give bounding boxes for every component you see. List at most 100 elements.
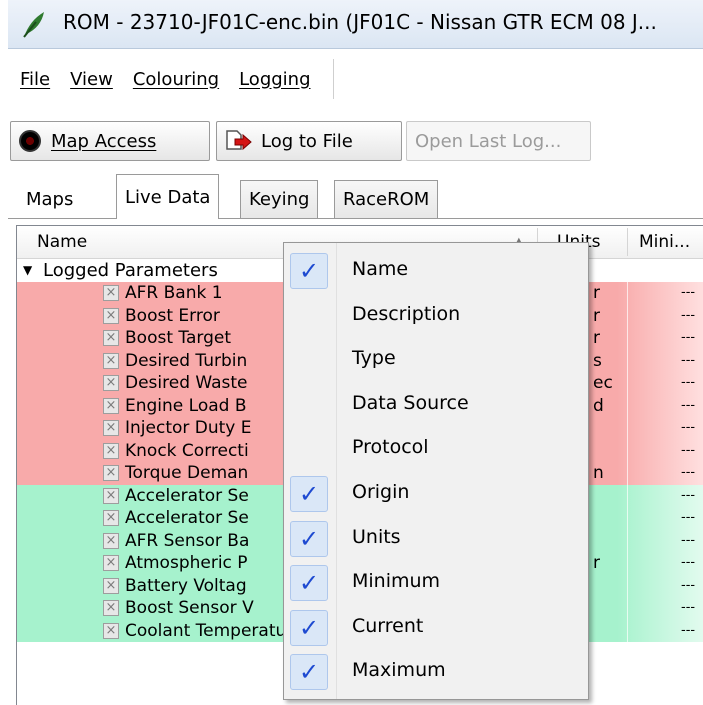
- parameter-units: s: [593, 350, 602, 371]
- column-divider: [627, 259, 628, 705]
- parameter-minimum: ---: [681, 375, 696, 390]
- context-menu-item-name[interactable]: ✓ Name: [284, 249, 588, 293]
- open-last-log-label: Open Last Log...: [415, 130, 562, 152]
- log-toggle-checkbox[interactable]: ×: [103, 375, 119, 391]
- context-menu-label: Origin: [352, 481, 410, 503]
- parameter-minimum: ---: [681, 622, 696, 638]
- parameter-name: Boost Target: [125, 328, 231, 348]
- parameter-minimum: ---: [681, 420, 696, 435]
- menu-file[interactable]: File: [16, 65, 54, 94]
- menu-logging[interactable]: Logging: [235, 65, 314, 94]
- toolbar: Map Access Log to File Open Last Log...: [8, 115, 703, 171]
- parameter-minimum: ---: [681, 330, 696, 345]
- parameter-units: r: [593, 305, 600, 326]
- log-toggle-checkbox[interactable]: ×: [103, 555, 119, 571]
- parameter-minimum: ---: [681, 555, 696, 570]
- parameter-name: Accelerator Se: [125, 508, 249, 528]
- parameter-name: Engine Load B: [125, 395, 247, 416]
- parameter-units: r: [593, 283, 600, 303]
- map-access-button[interactable]: Map Access: [10, 121, 210, 161]
- log-toggle-checkbox[interactable]: ×: [103, 577, 119, 594]
- open-last-log-button[interactable]: Open Last Log...: [406, 121, 591, 161]
- context-menu-item-maximum[interactable]: ✓ Maximum: [284, 650, 588, 694]
- context-menu-item-data-source[interactable]: Data Source: [284, 383, 588, 427]
- parameter-minimum: ---: [681, 465, 696, 480]
- parameter-name: Battery Voltag: [125, 575, 247, 596]
- tab-maps[interactable]: Maps: [18, 180, 81, 218]
- parameter-minimum: ---: [681, 352, 696, 368]
- checkmark-icon: ✓: [290, 565, 328, 602]
- context-menu-item-type[interactable]: Type: [284, 338, 588, 382]
- context-menu-item-description[interactable]: Description: [284, 294, 588, 338]
- log-toggle-checkbox[interactable]: ×: [103, 307, 119, 324]
- tab-keying[interactable]: Keying: [240, 180, 319, 218]
- menu-group: File View Colouring Logging: [16, 59, 334, 99]
- menu-view[interactable]: View: [66, 65, 117, 94]
- parameter-name: Torque Deman: [125, 463, 249, 483]
- menu-colouring[interactable]: Colouring: [129, 65, 223, 94]
- log-toggle-checkbox[interactable]: ×: [103, 487, 119, 504]
- context-menu-item-origin[interactable]: ✓ Origin: [284, 472, 588, 516]
- context-menu-label: Maximum: [352, 659, 446, 682]
- parameter-name: AFR Bank 1: [125, 283, 223, 303]
- log-toggle-checkbox[interactable]: ×: [103, 622, 119, 639]
- log-toggle-checkbox[interactable]: ×: [103, 352, 119, 369]
- parameter-units: r: [593, 328, 600, 348]
- log-toggle-checkbox[interactable]: ×: [103, 600, 119, 616]
- parameter-minimum: ---: [681, 397, 696, 413]
- log-to-file-icon: [226, 130, 252, 151]
- parameter-name: Desired Waste: [125, 373, 248, 393]
- log-toggle-checkbox[interactable]: ×: [103, 532, 119, 549]
- parameter-units: d: [593, 395, 604, 416]
- parameter-units: ec: [593, 373, 613, 393]
- log-to-file-button[interactable]: Log to File: [216, 121, 402, 161]
- log-to-file-label: Log to File: [261, 130, 353, 152]
- context-menu-item-protocol[interactable]: Protocol: [284, 427, 588, 471]
- parameter-minimum: ---: [681, 307, 696, 323]
- tab-strip: Maps Live Data Keying RaceROM: [8, 172, 703, 219]
- parameter-name: Boost Sensor V: [125, 598, 254, 618]
- window-title: ROM - 23710-JF01C-enc.bin (JF01C - Nissa…: [63, 10, 657, 34]
- context-menu-label: Minimum: [352, 570, 441, 593]
- context-menu-item-minimum[interactable]: ✓ Minimum: [284, 561, 588, 605]
- parameter-minimum: ---: [681, 442, 696, 458]
- parameter-name: Boost Error: [125, 305, 220, 326]
- log-toggle-checkbox[interactable]: ×: [103, 330, 119, 346]
- map-access-label: Map Access: [51, 130, 157, 152]
- log-toggle-checkbox[interactable]: ×: [103, 420, 119, 436]
- log-toggle-checkbox[interactable]: ×: [103, 510, 119, 526]
- parameter-name: Injector Duty E: [125, 418, 252, 438]
- context-menu-label: Data Source: [352, 391, 469, 414]
- log-toggle-checkbox[interactable]: ×: [103, 285, 119, 301]
- column-header-name[interactable]: Name: [37, 232, 87, 252]
- group-label: Logged Parameters: [43, 259, 218, 281]
- context-menu-item-current[interactable]: ✓ Current: [284, 606, 588, 650]
- title-bar: ROM - 23710-JF01C-enc.bin (JF01C - Nissa…: [8, 0, 703, 49]
- parameter-units: n: [593, 463, 604, 483]
- tab-live-data[interactable]: Live Data: [116, 174, 220, 219]
- parameter-minimum: ---: [681, 600, 696, 615]
- app-leaf-icon: [23, 12, 44, 38]
- context-menu-label: Type: [352, 347, 396, 370]
- checkmark-icon: ✓: [290, 609, 328, 646]
- log-toggle-checkbox[interactable]: ×: [103, 442, 119, 459]
- log-toggle-checkbox[interactable]: ×: [103, 465, 119, 481]
- context-menu-item-units[interactable]: ✓ Units: [284, 517, 588, 561]
- menu-bar: File View Colouring Logging: [8, 49, 703, 107]
- column-chooser-context-menu: ✓ Name Description Type Data Source Protocol ✓…: [283, 242, 589, 700]
- context-menu-label: Description: [352, 302, 461, 325]
- column-separator[interactable]: [627, 228, 628, 256]
- parameter-minimum: ---: [681, 487, 696, 503]
- parameter-minimum: ---: [681, 532, 696, 548]
- column-header-minimum[interactable]: Mini...: [639, 232, 690, 252]
- tab-racerom[interactable]: RaceROM: [334, 180, 439, 218]
- context-menu-label: Protocol: [352, 436, 429, 459]
- record-icon: [19, 130, 41, 152]
- checkmark-icon: ✓: [290, 520, 328, 557]
- parameter-name: Atmospheric P: [125, 553, 248, 573]
- context-menu-label: Current: [352, 614, 424, 637]
- checkmark-icon: ✓: [290, 253, 328, 289]
- expand-arrow-icon[interactable]: ▼: [23, 263, 37, 277]
- checkmark-icon: ✓: [290, 476, 328, 512]
- log-toggle-checkbox[interactable]: ×: [103, 397, 119, 414]
